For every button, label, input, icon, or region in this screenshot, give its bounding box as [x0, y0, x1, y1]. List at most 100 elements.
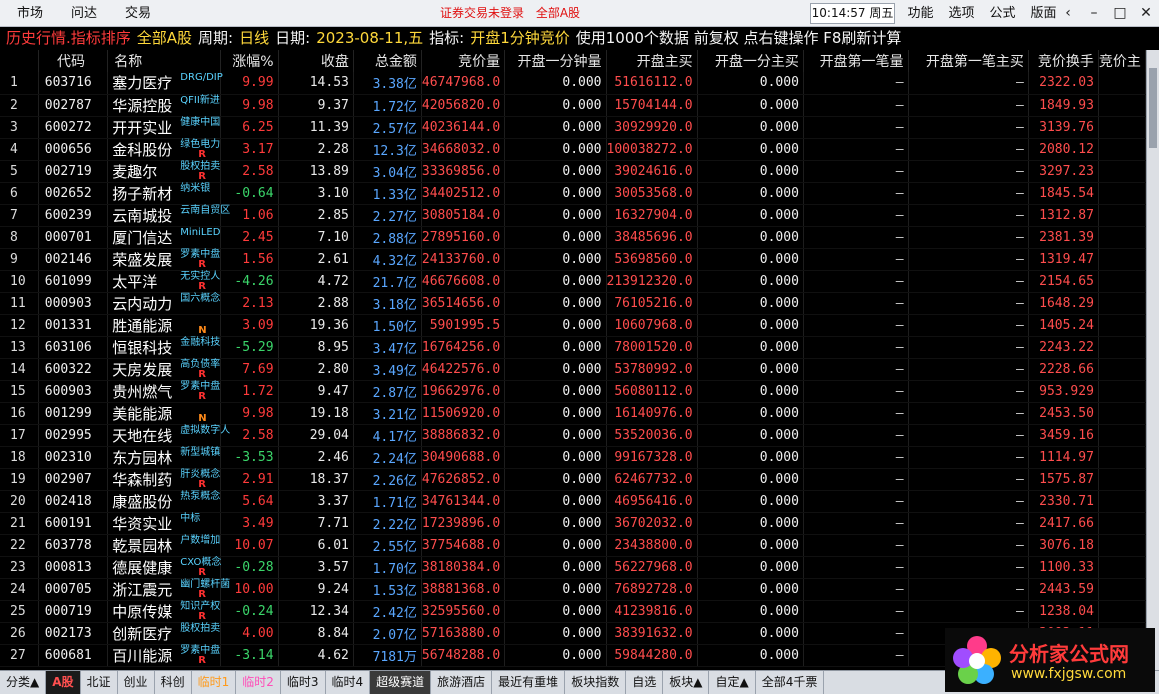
table-row[interactable]: 4 000656 金科股份 绿色电力 R 3.17 2.28 12.3亿 34668032.0 0…: [0, 138, 1146, 161]
stock-name[interactable]: 华森制药: [112, 471, 172, 489]
menu-trade[interactable]: 交易: [108, 0, 162, 27]
table-row[interactable]: 15 600903 贵州燃气 罗素中盘 R 1.72 9.47 2.87亿 19662976.0…: [0, 380, 1146, 403]
stock-name[interactable]: 胜通能源: [112, 317, 172, 335]
stock-name[interactable]: 乾景园林: [112, 537, 172, 555]
col-header-open-buy[interactable]: 开盘主买: [606, 50, 698, 72]
stock-name[interactable]: 扬子新材: [112, 185, 172, 203]
stock-name[interactable]: 恒银科技: [112, 339, 172, 357]
tab-item[interactable]: 科创: [155, 671, 192, 694]
minimize-icon[interactable]: –: [1081, 0, 1107, 27]
stock-name[interactable]: 美能能源: [112, 405, 172, 423]
tab-item[interactable]: 板块▲: [663, 671, 710, 694]
menu-wenda[interactable]: 问达: [54, 0, 108, 27]
date-value[interactable]: 2023-08-11,五: [316, 29, 423, 47]
tab-item[interactable]: 临时4: [326, 671, 371, 694]
stock-name[interactable]: 金科股份: [112, 141, 172, 159]
tab-item[interactable]: 板块指数: [565, 671, 627, 694]
col-header-code[interactable]: 代码: [38, 50, 109, 72]
scrollbar-thumb[interactable]: [1149, 68, 1157, 148]
stock-name[interactable]: 中原传媒: [112, 603, 172, 621]
stock-name[interactable]: 百川能源: [112, 647, 172, 665]
logo-url[interactable]: www.fxjgsw.com: [1011, 666, 1126, 682]
table-row[interactable]: 10 601099 太平洋 无实控人 R -4.26 4.72 21.7亿 46676608.0…: [0, 270, 1146, 293]
tab-item[interactable]: 最近有重堆: [492, 671, 566, 694]
table-row[interactable]: 9 002146 荣盛发展 罗素中盘 R 1.56 2.61 4.32亿 24133760.0 0…: [0, 248, 1146, 271]
table-row[interactable]: 23 000813 德展健康 CXO概念 R -0.28 3.57 1.70亿 38180384…: [0, 556, 1146, 579]
menu-function[interactable]: 功能: [900, 0, 941, 27]
stock-name[interactable]: 云内动力: [112, 295, 172, 313]
vertical-scrollbar[interactable]: [1146, 50, 1159, 670]
table-row[interactable]: 17 002995 天地在线 虚拟数字人 2.58 29.04 4.17亿 38886832.…: [0, 424, 1146, 447]
stock-name[interactable]: 太平洋: [112, 273, 157, 291]
tab-item[interactable]: 自定▲: [709, 671, 756, 694]
table-row[interactable]: 13 603106 恒银科技 金融科技 -5.29 8.95 3.47亿 16764256.0…: [0, 336, 1146, 359]
back-icon[interactable]: ‹: [1055, 0, 1081, 27]
table-row[interactable]: 22 603778 乾景园林 户数增加 10.07 6.01 2.55亿 37754688.0…: [0, 534, 1146, 557]
stock-name[interactable]: 贵州燃气: [112, 383, 172, 401]
table-row[interactable]: 14 600322 天房发展 高负债率 R 7.69 2.80 3.49亿 46422576.0…: [0, 358, 1146, 381]
table-row[interactable]: 16 001299 美能能源 N 9.98 19.18 3.21亿 11506920.0 0.0…: [0, 402, 1146, 425]
col-header-bid-volume[interactable]: 竞价量: [421, 50, 506, 72]
col-header-close[interactable]: 收盘: [278, 50, 354, 72]
stock-name[interactable]: 天地在线: [112, 427, 172, 445]
tab-item[interactable]: 临时1: [192, 671, 237, 694]
table-row[interactable]: 7 600239 云南城投 云南自贸区 1.06 2.85 2.27亿 30805184.0 0…: [0, 204, 1146, 227]
stock-name[interactable]: 浙江震元: [112, 581, 172, 599]
stock-name[interactable]: 厦门信达: [112, 229, 172, 247]
tab-item[interactable]: A股: [46, 671, 81, 694]
stock-name[interactable]: 开开实业: [112, 119, 172, 137]
stock-name[interactable]: 麦趣尔: [112, 163, 157, 181]
table-row[interactable]: 19 002907 华森制药 肝炎概念 R 2.91 18.37 2.26亿 47626852.…: [0, 468, 1146, 491]
table-row[interactable]: 8 000701 厦门信达 MiniLED 2.45 7.10 2.88亿 27895160.…: [0, 226, 1146, 249]
tab-item[interactable]: 临时3: [281, 671, 326, 694]
col-header-change-pct[interactable]: 涨幅%: [220, 50, 279, 72]
table-row[interactable]: 2 002787 华源控股 QFII新进 9.98 9.37 1.72亿 42056820.0…: [0, 94, 1146, 117]
col-header-bid-main[interactable]: 竞价主: [1098, 50, 1146, 72]
table-row[interactable]: 18 002310 东方园林 新型城镇 -3.53 2.46 2.24亿 30490688.0…: [0, 446, 1146, 469]
table-row[interactable]: 3 600272 开开实业 健康中国 6.25 11.39 2.57亿 40236144.0 0…: [0, 116, 1146, 139]
table-row[interactable]: 25 000719 中原传媒 知识产权 R -0.24 12.34 2.42亿 32595560…: [0, 600, 1146, 623]
table-row[interactable]: 6 002652 扬子新材 纳米银 -0.64 3.10 1.33亿 34402512.0 0.…: [0, 182, 1146, 205]
stock-name[interactable]: 东方园林: [112, 449, 172, 467]
col-header-bid-turnover[interactable]: 竞价换手: [1028, 50, 1099, 72]
tab-item[interactable]: 全部4千票: [756, 671, 825, 694]
menu-market[interactable]: 市场: [0, 0, 54, 27]
login-status[interactable]: 证券交易未登录: [440, 6, 524, 20]
tab-item[interactable]: 超级赛道: [370, 671, 432, 694]
stock-name[interactable]: 康盛股份: [112, 493, 172, 511]
table-row[interactable]: 5 002719 麦趣尔 股权拍卖 R 2.58 13.89 3.04亿 33369856.0 0…: [0, 160, 1146, 183]
maximize-icon[interactable]: □: [1107, 0, 1133, 27]
col-header-first-trade-volume[interactable]: 开盘第一笔量: [803, 50, 909, 72]
table-row[interactable]: 11 000903 云内动力 国六概念 2.13 2.88 3.18亿 36514656.0 0…: [0, 292, 1146, 315]
tab-item[interactable]: 北证: [81, 671, 118, 694]
tab-item[interactable]: 临时2: [236, 671, 281, 694]
close-icon[interactable]: ✕: [1133, 0, 1159, 27]
table-row[interactable]: 12 001331 胜通能源 N 3.09 19.36 1.50亿 5901995.5 0.00…: [0, 314, 1146, 337]
stock-name[interactable]: 云南城投: [112, 207, 172, 225]
stock-name[interactable]: 华源控股: [112, 97, 172, 115]
stock-name[interactable]: 荣盛发展: [112, 251, 172, 269]
col-header-first-trade-buy[interactable]: 开盘第一笔主买: [908, 50, 1029, 72]
stock-name[interactable]: 德展健康: [112, 559, 172, 577]
stock-name[interactable]: 天房发展: [112, 361, 172, 379]
bid-turnover: 3459.16: [1028, 424, 1099, 447]
table-row[interactable]: 21 600191 华资实业 中标 3.49 7.71 2.22亿 17239896.0 0.0…: [0, 512, 1146, 535]
stock-name[interactable]: 创新医疗: [112, 625, 172, 643]
menu-formula[interactable]: 公式: [982, 0, 1023, 27]
indicator-value[interactable]: 开盘1分钟竞价: [470, 29, 570, 47]
col-header-total-amount[interactable]: 总金额: [353, 50, 422, 72]
col-header-open-1min-buy[interactable]: 开盘一分主买: [697, 50, 804, 72]
tab-item[interactable]: 分类▲: [0, 671, 47, 694]
tab-item[interactable]: 创业: [118, 671, 155, 694]
table-row[interactable]: 1 603716 塞力医疗 DRG/DIP 9.99 14.53 3.38亿 46747968…: [0, 72, 1146, 95]
tab-item[interactable]: 旅游酒店: [431, 671, 493, 694]
stock-name[interactable]: 塞力医疗: [112, 74, 172, 92]
table-row[interactable]: 24 000705 浙江震元 幽门螺杆菌 R 10.00 9.24 1.53亿 38881368…: [0, 578, 1146, 601]
col-header-open-1min-volume[interactable]: 开盘一分钟量: [504, 50, 607, 72]
col-header-name[interactable]: 名称: [107, 50, 221, 72]
stock-name[interactable]: 华资实业: [112, 515, 172, 533]
menu-options[interactable]: 选项: [941, 0, 982, 27]
period-value[interactable]: 日线: [239, 29, 269, 47]
table-row[interactable]: 20 002418 康盛股份 热泵概念 5.64 3.37 1.71亿 34761344.0 0…: [0, 490, 1146, 513]
tab-item[interactable]: 自选: [626, 671, 664, 694]
